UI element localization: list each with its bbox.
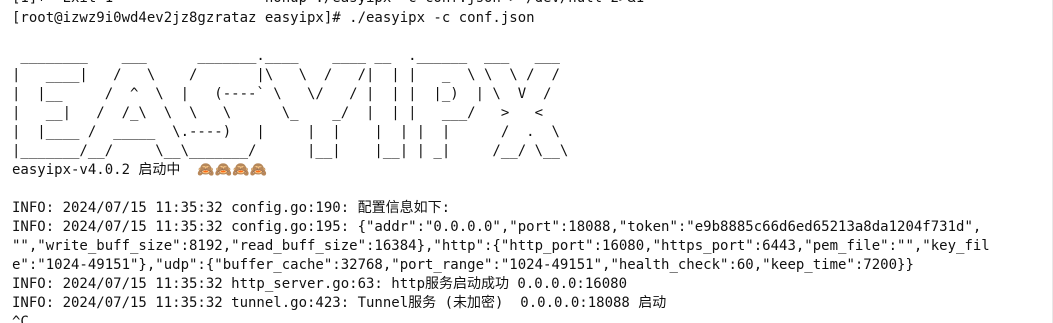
- ascii-banner-line: |_______/__/ \__\_______/ |__| |__| | _|…: [12, 143, 577, 159]
- log-line: INFO: 2024/07/15 11:35:32 http_server.go…: [12, 276, 628, 292]
- log-line: INFO: 2024/07/15 11:35:32 tunnel.go:423:…: [12, 295, 667, 311]
- ascii-banner-line: | |__ / ^ \ | (----` \ \/ / | | | |_) | …: [12, 86, 569, 102]
- ascii-banner-line: ________ ___ _______.____ ____ __ ._____…: [12, 48, 569, 64]
- log-line-wrapped: e":"1024-49151"},"udp":{"buffer_cache":3…: [12, 257, 914, 273]
- terminal-line-exit: [1]+ Exit 1 nohup ./easyipx -c conf.json…: [12, 0, 644, 8]
- log-line: INFO: 2024/07/15 11:35:32 config.go:190:…: [12, 200, 451, 216]
- terminal-line-command: [root@izwz9i0wd4ev2jz8gzrataz easyipx]# …: [12, 10, 535, 26]
- terminal-line-version: easyipx-v4.0.2 启动中 🙈🙈🙈🙈: [12, 162, 268, 178]
- log-line: INFO: 2024/07/15 11:35:32 config.go:195:…: [12, 219, 982, 235]
- log-line-wrapped: "","write_buff_size":8192,"read_buff_siz…: [12, 238, 990, 254]
- ascii-banner-line: | |____ / _____ \.----) | | | | | | | / …: [12, 124, 577, 140]
- ascii-banner-line: | ____| / \ / |\ \ / /| | | _ \ \ \ / /: [12, 67, 569, 83]
- terminal-window[interactable]: [1]+ Exit 1 nohup ./easyipx -c conf.json…: [0, 0, 1053, 323]
- terminal-line-interrupt: ^C: [12, 314, 29, 323]
- ascii-banner-line: | __| / /_\ \ \ \ \_ _/ | | | ___/ > <: [12, 105, 569, 121]
